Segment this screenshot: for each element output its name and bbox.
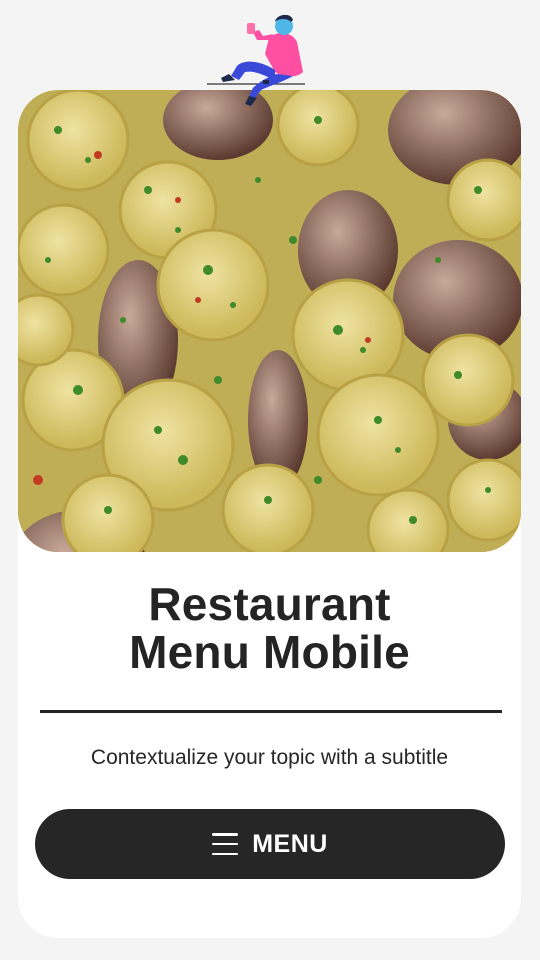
pasta-with-clams-photo	[18, 90, 521, 552]
page-title-line-1: Restaurant	[148, 578, 391, 630]
menu-button[interactable]: MENU	[35, 809, 505, 879]
menu-button-label: MENU	[252, 829, 328, 858]
hamburger-icon	[212, 833, 239, 855]
page-title: Restaurant Menu Mobile	[18, 580, 521, 676]
page-title-line-2: Menu Mobile	[129, 626, 410, 678]
hero-card: Restaurant Menu Mobile Contextualize you…	[18, 90, 521, 938]
page-subtitle: Contextualize your topic with a subtitle	[90, 746, 449, 769]
title-divider	[40, 710, 502, 713]
person-sitting-illustration	[205, 10, 310, 108]
